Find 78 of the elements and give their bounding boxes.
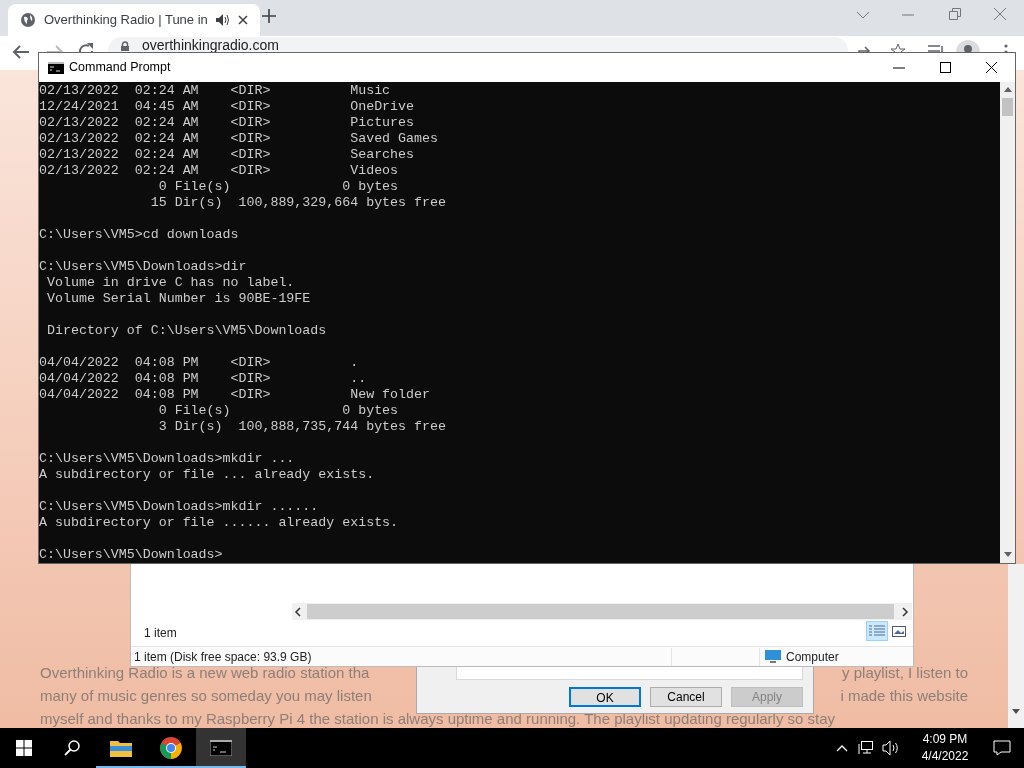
console-line: 02/13/2022 02:24 AM <DIR> Saved Games [39,131,439,147]
console-line: 02/13/2022 02:24 AM <DIR> Videos [39,163,400,179]
minimize-icon[interactable] [893,66,905,69]
console-line: 0 File(s) 0 bytes [157,403,400,419]
close-icon[interactable] [986,62,997,73]
console-line: 0 File(s) 0 bytes [157,179,400,195]
volume-icon[interactable] [882,740,900,756]
clock-time: 4:09 PM [922,731,968,748]
new-tab-icon[interactable] [262,9,276,23]
page-scrollbar[interactable] [1008,564,1024,728]
scroll-right-icon[interactable] [902,606,909,617]
address-bar[interactable]: overthinkingradio.com [108,37,848,52]
clock[interactable]: 4:09 PM 4/4/2022 [910,731,980,765]
clock-date: 4/4/2022 [921,748,969,765]
notification-icon [993,740,1011,756]
console-line: Directory of C:\Users\VM5\Downloads [45,323,328,339]
console-line: 04/04/2022 04:08 PM <DIR> . [39,355,360,371]
scroll-down-icon[interactable] [1004,552,1012,557]
console-line: 02/13/2022 02:24 AM <DIR> Music [39,83,392,99]
status-text: 1 item (Disk free space: 93.9 GB) [131,647,672,666]
close-icon[interactable] [238,15,248,25]
scrollbar-thumb[interactable] [307,604,894,619]
search-icon [64,740,80,756]
console-app-icon [210,740,232,756]
console-line: 12/24/2021 04:45 AM <DIR> OneDrive [39,99,416,115]
thumbnail-view-icon [892,625,906,637]
console-line: 3 Dir(s) 100,888,735,744 bytes free [157,419,447,435]
chevron-up-icon[interactable] [836,744,848,752]
console-line: A subdirectory or file ... already exists. [39,467,376,483]
console-line: A subdirectory or file ...... already exists. [39,515,400,531]
browser-app-icon [160,737,182,759]
taskbar-app[interactable] [196,728,246,768]
paragraph-text: many of music genres so someday you may listen [40,686,372,706]
scrollbar-thumb[interactable] [1002,98,1013,116]
lock-icon [120,41,130,51]
globe-icon [20,12,36,28]
dialog-button[interactable]: OK [569,687,641,707]
reading-list-icon[interactable] [928,44,944,52]
console-line: C:\Users\VM5>cd downloads [39,227,240,243]
maximize-icon[interactable] [940,62,951,73]
url-text: overthinkingradio.com [142,38,279,52]
folder-icon [110,739,132,757]
console-line: C:\Users\VM5\Downloads>mkdir ... [39,451,296,467]
location-text: Computer [786,648,839,666]
horizontal-scrollbar[interactable] [292,603,912,620]
tab-title: Overthinking Radio | Tune in [44,11,208,30]
network-icon[interactable] [858,740,874,756]
console-line: C:\Users\VM5\Downloads> [39,547,224,563]
windows-logo-icon [16,740,32,756]
item-count: 1 item [144,625,177,642]
paragraph-text: Overthinking Radio is a new web radio station tha [40,664,370,683]
paragraph-text: i made this website [840,686,968,706]
console-line: 04/04/2022 04:08 PM <DIR> .. [39,371,368,387]
console-line: 02/13/2022 02:24 AM <DIR> Searches [39,147,416,163]
star-icon[interactable] [890,43,906,52]
window-title: Command Prompt [69,59,171,77]
chevron-down-icon[interactable] [856,10,870,20]
scroll-left-icon[interactable] [294,606,301,617]
console-line: Volume Serial Number is 90BE-19FE [45,291,312,307]
scroll-down-icon[interactable] [1012,709,1020,714]
paragraph-text: y playlist, I listen to [842,663,968,683]
console-line: C:\Users\VM5\Downloads>dir [39,259,248,275]
console-line: Volume in drive C has no label. [45,275,296,291]
console-line: C:\Users\VM5\Downloads>mkdir ...... [39,499,320,515]
console-line: 04/04/2022 04:08 PM <DIR> New folder [39,387,431,403]
scroll-up-icon[interactable] [1004,87,1012,92]
paragraph-text: myself and thanks to my Raspberry Pi 4 the station is always uptime and running. The playlist updating regularly so stay [40,709,836,729]
computer-icon [765,649,781,664]
browser-tab[interactable]: Overthinking Radio | Tune in [8,4,260,36]
back-icon[interactable] [12,44,30,60]
console-app-icon [48,61,64,74]
dialog-button[interactable]: Cancel [650,687,722,707]
console-line: 15 Dir(s) 100,889,329,664 bytes free [149,195,447,211]
restore-icon[interactable] [949,8,961,20]
details-view-icon [869,625,885,637]
console-scrollbar[interactable] [1000,82,1015,563]
console-line: 02/13/2022 02:24 AM <DIR> Pictures [39,115,416,131]
speaker-icon[interactable] [216,14,230,26]
